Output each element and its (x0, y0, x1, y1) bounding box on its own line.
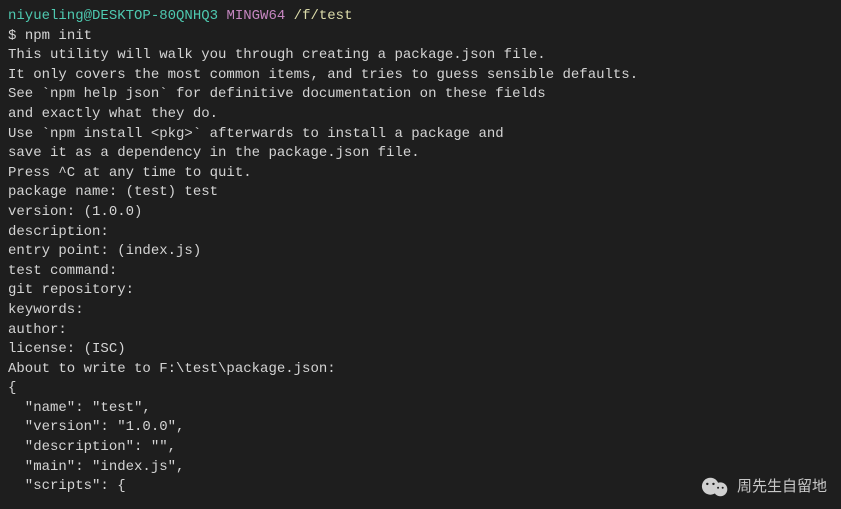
json-line: "version": "1.0.0", (8, 418, 833, 438)
prompt-description: description: (8, 223, 833, 243)
prompt-test-command: test command: (8, 262, 833, 282)
output-line: Press ^C at any time to quit. (8, 164, 833, 184)
output-line: save it as a dependency in the package.j… (8, 144, 833, 164)
prompt-git-repository: git repository: (8, 281, 833, 301)
prompt-keywords: keywords: (8, 301, 833, 321)
prompt-symbol: $ (8, 28, 16, 44)
output-write-path: About to write to F:\test\package.json: (8, 360, 833, 380)
prompt-entry-point: entry point: (index.js) (8, 242, 833, 262)
watermark-text: 周先生自留地 (737, 476, 827, 497)
prompt-env: MINGW64 (226, 8, 285, 24)
prompt-version: version: (1.0.0) (8, 203, 833, 223)
json-line: { (8, 379, 833, 399)
output-line: It only covers the most common items, an… (8, 66, 833, 86)
output-line: This utility will walk you through creat… (8, 46, 833, 66)
output-line: Use `npm install <pkg>` afterwards to in… (8, 125, 833, 145)
json-line: "name": "test", (8, 399, 833, 419)
prompt-author: author: (8, 321, 833, 341)
prompt-user: niyueling@DESKTOP-80QNHQ3 (8, 8, 218, 24)
prompt-line: niyueling@DESKTOP-80QNHQ3 MINGW64 /f/tes… (8, 7, 833, 27)
output-line: See `npm help json` for definitive docum… (8, 85, 833, 105)
wechat-icon (701, 477, 729, 497)
command-line[interactable]: $ npm init (8, 27, 833, 47)
json-line: "description": "", (8, 438, 833, 458)
command-text: npm init (25, 28, 92, 44)
output-line: and exactly what they do. (8, 105, 833, 125)
prompt-package-name: package name: (test) test (8, 183, 833, 203)
json-line: "main": "index.js", (8, 458, 833, 478)
prompt-license: license: (ISC) (8, 340, 833, 360)
prompt-path: /f/test (294, 8, 353, 24)
watermark: 周先生自留地 (701, 476, 827, 497)
